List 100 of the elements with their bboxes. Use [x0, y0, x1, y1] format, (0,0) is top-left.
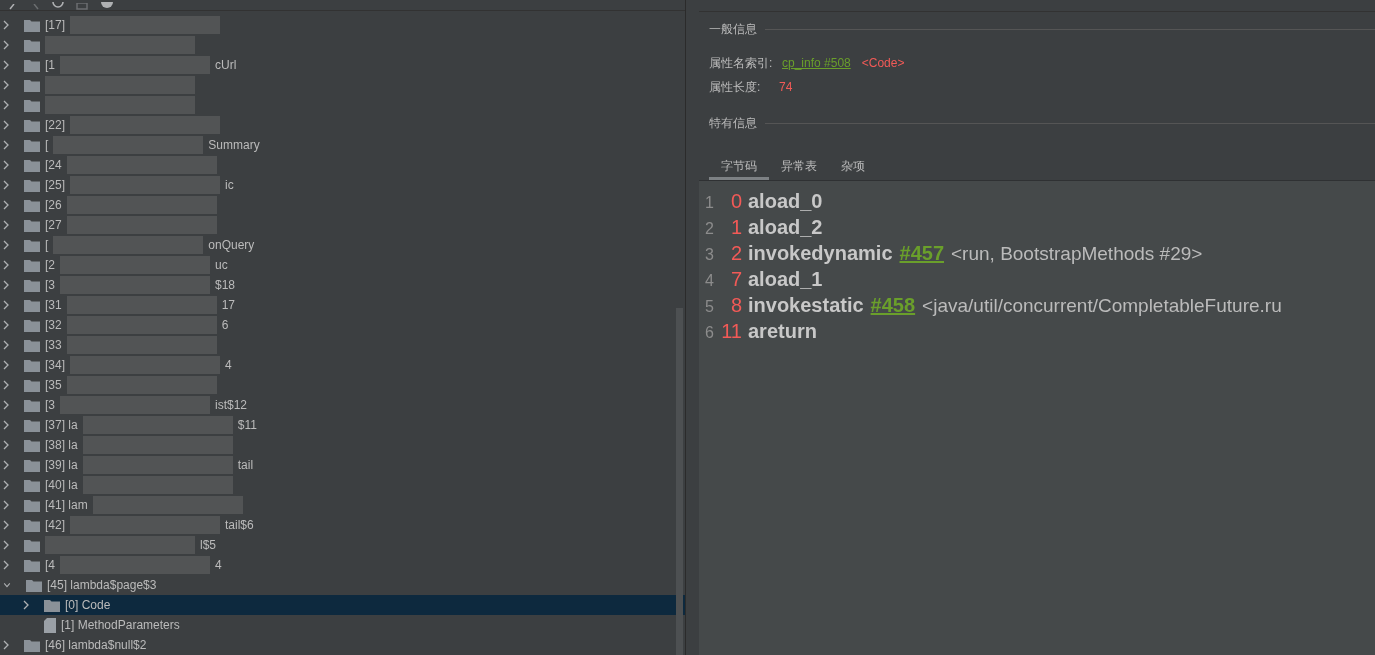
- tree-label: [38] la: [45, 437, 78, 454]
- chevron-right-icon[interactable]: [2, 640, 10, 650]
- chevron-right-icon[interactable]: [2, 300, 10, 310]
- tree-row[interactable]: [3 $18: [0, 275, 685, 295]
- chevron-right-icon[interactable]: [2, 540, 10, 550]
- chevron-right-icon[interactable]: [2, 560, 10, 570]
- tree-row[interactable]: [41] lam: [0, 495, 685, 515]
- chevron-right-icon[interactable]: [2, 200, 10, 210]
- chevron-right-icon[interactable]: [2, 40, 10, 50]
- chevron-right-icon[interactable]: [2, 460, 10, 470]
- folder-icon: [24, 138, 40, 152]
- tree-row[interactable]: [39] la tail: [0, 455, 685, 475]
- tree-row[interactable]: [25] ic: [0, 175, 685, 195]
- tree-label: [42]: [45, 517, 65, 534]
- chevron-right-icon[interactable]: [2, 220, 10, 230]
- chevron-right-icon[interactable]: [2, 520, 10, 530]
- chevron-right-icon[interactable]: [2, 140, 10, 150]
- folder-icon: [24, 358, 40, 372]
- offset: 1: [729, 215, 742, 240]
- chevron-right-icon[interactable]: [2, 480, 10, 490]
- tree-row[interactable]: [27: [0, 215, 685, 235]
- opcode: invokestatic: [748, 293, 864, 318]
- chevron-right-icon[interactable]: [2, 100, 10, 110]
- tree-row[interactable]: [40] la: [0, 475, 685, 495]
- chevron-right-icon[interactable]: [2, 400, 10, 410]
- tree-row[interactable]: l$5: [0, 535, 685, 555]
- field-value: 74: [779, 79, 793, 96]
- tree-row[interactable]: [42] tail$6: [0, 515, 685, 535]
- tree-label: [1: [45, 57, 55, 74]
- tree-row[interactable]: [34] 4: [0, 355, 685, 375]
- chevron-right-icon[interactable]: [2, 500, 10, 510]
- tree-row[interactable]: [3 ist$12: [0, 395, 685, 415]
- tree-label: [33: [45, 337, 62, 354]
- field-label: 属性名索引:: [709, 55, 774, 72]
- tree-label: ic: [225, 177, 234, 194]
- folder-icon: [24, 458, 40, 472]
- tree-row[interactable]: [22]: [0, 115, 685, 135]
- scrollbar-thumb[interactable]: [676, 308, 683, 655]
- folder-icon: [24, 558, 40, 572]
- folder-icon: [26, 578, 42, 592]
- index-link[interactable]: cp_info #508: [782, 54, 851, 72]
- chevron-right-icon[interactable]: [2, 160, 10, 170]
- opcode: aload_0: [748, 189, 823, 214]
- folder-icon: [24, 198, 40, 212]
- folder-icon: [24, 478, 40, 492]
- tree-label: [39] la: [45, 457, 78, 474]
- line-number: 4: [704, 271, 714, 291]
- tree-row[interactable]: [0] Code: [0, 595, 685, 615]
- tree-row[interactable]: [45] lambda$page$3: [0, 575, 685, 595]
- folder-icon: [24, 158, 40, 172]
- folder-icon: [24, 118, 40, 132]
- chevron-down-icon[interactable]: [2, 581, 12, 589]
- folder-icon: [24, 298, 40, 312]
- tree-label: [37] la: [45, 417, 78, 434]
- tree-label: uc: [215, 257, 228, 274]
- back-icon[interactable]: [8, 4, 18, 10]
- tree-row[interactable]: [2 uc: [0, 255, 685, 275]
- chevron-right-icon[interactable]: [2, 440, 10, 450]
- tree-row[interactable]: [37] la $11: [0, 415, 685, 435]
- tree-label: [40] la: [45, 477, 78, 494]
- chevron-right-icon[interactable]: [2, 180, 10, 190]
- comment: <run, BootstrapMethods #29>: [951, 242, 1203, 266]
- tab[interactable]: 异常表: [769, 154, 829, 180]
- tree-row[interactable]: [31 17: [0, 295, 685, 315]
- chevron-right-icon[interactable]: [2, 340, 10, 350]
- chevron-right-icon[interactable]: [2, 60, 10, 70]
- chevron-right-icon[interactable]: [2, 420, 10, 430]
- chevron-right-icon[interactable]: [2, 20, 10, 30]
- folder-icon: [24, 538, 40, 552]
- tree-row[interactable]: [32 6: [0, 315, 685, 335]
- tree-label: [32: [45, 317, 62, 334]
- tree-label: 4: [225, 357, 232, 374]
- tree-row[interactable]: [1] MethodParameters: [0, 615, 685, 635]
- chevron-right-icon[interactable]: [2, 380, 10, 390]
- tree-row[interactable]: [26: [0, 195, 685, 215]
- tree-row[interactable]: [33: [0, 335, 685, 355]
- chevron-right-icon[interactable]: [2, 260, 10, 270]
- chevron-right-icon[interactable]: [2, 80, 10, 90]
- chevron-right-icon[interactable]: [2, 320, 10, 330]
- tree-row[interactable]: [ onQuery: [0, 235, 685, 255]
- line-number: 2: [704, 219, 714, 239]
- line-number: 1: [704, 193, 714, 213]
- tree-label: [: [45, 137, 49, 154]
- chevron-right-icon[interactable]: [2, 120, 10, 130]
- folder-icon: [24, 338, 40, 352]
- tree-row[interactable]: [17]: [0, 15, 685, 35]
- tree-row[interactable]: [ Summary: [0, 135, 685, 155]
- tree-row[interactable]: [38] la: [0, 435, 685, 455]
- tab[interactable]: 杂项: [829, 154, 877, 180]
- chevron-right-icon[interactable]: [2, 240, 10, 250]
- tree-row[interactable]: [46] lambda$null$2: [0, 635, 685, 655]
- chevron-right-icon[interactable]: [2, 280, 10, 290]
- comment: <java/util/concurrent/CompletableFuture.ru: [922, 294, 1282, 318]
- folder-icon: [24, 178, 40, 192]
- chevron-right-icon[interactable]: [22, 600, 30, 610]
- tree-row[interactable]: [4 4: [0, 555, 685, 575]
- tree-row[interactable]: [35: [0, 375, 685, 395]
- chevron-right-icon[interactable]: [2, 360, 10, 370]
- tree-row[interactable]: [24: [0, 155, 685, 175]
- tree-row[interactable]: [1 cUrl: [0, 55, 685, 75]
